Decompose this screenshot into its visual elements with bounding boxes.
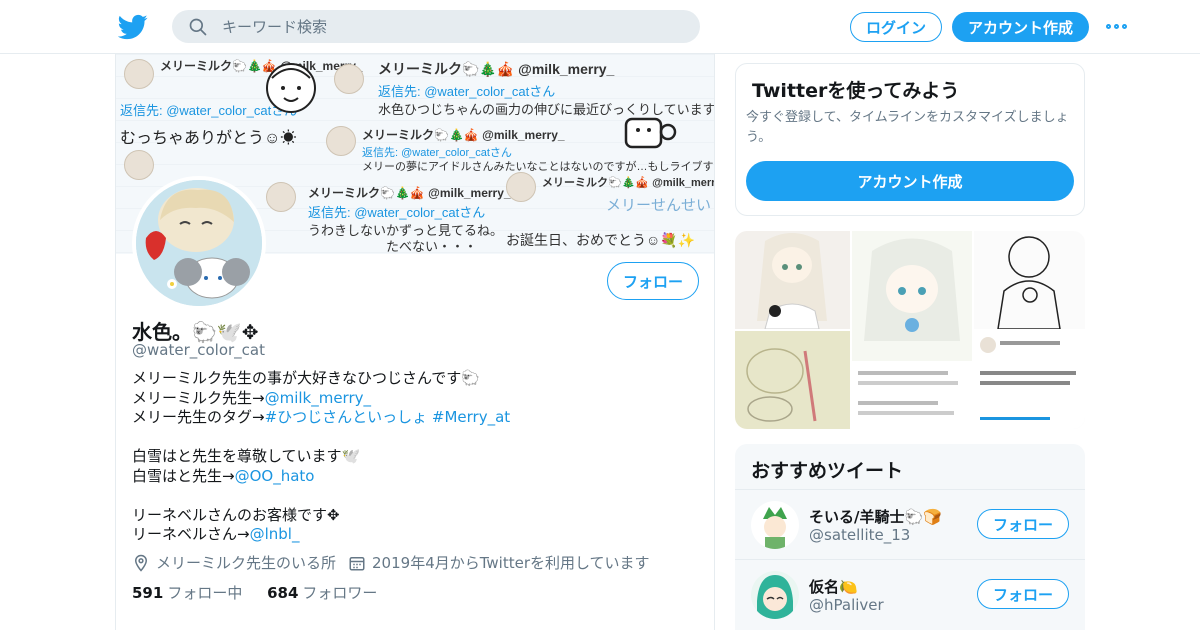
bio-line: 白雪はと先生を尊敬しています🕊️: [132, 447, 692, 467]
following-label: フォロー中: [167, 584, 243, 602]
bio-text: リーネベルさんのお客様です✥: [132, 505, 340, 524]
face-doodle-icon: [266, 63, 316, 113]
calendar-icon: [349, 556, 365, 570]
banner-text: 返信先: @water_color_catさん: [378, 84, 556, 99]
banner-text: お誕生日、おめでとう☺💐✨: [506, 232, 696, 248]
search-input[interactable]: [222, 15, 682, 39]
bio-link[interactable]: @milk_merry_: [265, 389, 371, 407]
recommended-user-name: そいる/羊騎士🐑🍞: [809, 508, 942, 526]
banner-avatar: [124, 150, 154, 180]
avatar[interactable]: [751, 571, 799, 619]
signup-card-title: Twitterを使ってみよう: [752, 80, 960, 102]
pencil-sketch-image: [746, 348, 817, 422]
media-thumbnail[interactable]: [735, 331, 850, 429]
bio-text: 白雪はと先生を尊敬しています🕊️: [132, 447, 361, 465]
signup-card: Twitterを使ってみよう 今すぐ登録して、タイムラインをカスタマイズしましょ…: [735, 63, 1085, 216]
profile-joined-date: 2019年4月からTwitterを利用しています: [372, 554, 650, 572]
recommended-user[interactable]: 仮名🍋 @hPaliver フォロー: [735, 559, 1085, 629]
tweet-screenshot-image: [974, 331, 1085, 429]
recommended-user-handle: @satellite_13: [809, 526, 911, 544]
recommended-title: おすすめツイート: [751, 460, 904, 482]
banner-avatar: [334, 64, 364, 94]
banner-avatar: [124, 59, 154, 89]
profile-avatar[interactable]: [132, 176, 266, 310]
bio-line: 白雪はと先生→@OO_hato: [132, 467, 692, 487]
bio-link[interactable]: @lnbl_: [250, 525, 300, 543]
banner-text: たべない・・・: [386, 239, 478, 254]
sheep-avatar-image: [136, 180, 262, 306]
media-gallery: [735, 231, 1085, 429]
green-hair-avatar-image: [751, 571, 799, 619]
recommended-user[interactable]: そいる/羊騎士🐑🍞 @satellite_13 フォロー: [735, 489, 1085, 559]
signup-card-description: 今すぐ登録して、タイムラインをカスタマイズしましょう。: [746, 110, 1069, 145]
media-thumbnail[interactable]: [974, 231, 1085, 330]
profile-meta: メリーミルク先生のいる所 2019年4月からTwitterを利用しています: [132, 552, 650, 573]
signup-card-button[interactable]: アカウント作成: [746, 161, 1074, 201]
bio-line: [132, 428, 692, 448]
following-count: 591: [132, 584, 164, 602]
recommended-user-name: 仮名🍋: [809, 578, 858, 596]
bio-link[interactable]: @OO_hato: [235, 467, 315, 485]
banner-text: メリーミルク🐑🎄🎪 @milk_merry_: [378, 61, 615, 77]
bio-hashtag-link[interactable]: #ひつじさんといっしょ #Merry_at: [265, 408, 511, 426]
bio-line: メリー先生のタグ→#ひつじさんといっしょ #Merry_at: [132, 408, 692, 428]
bio-text: メリーミルク先生の事が大好きなひつじさんです🐑: [132, 369, 480, 387]
bio-line: メリーミルク先生の事が大好きなひつじさんです🐑: [132, 369, 692, 389]
banner-avatar: [326, 126, 356, 156]
bio-line: メリーミルク先生→@milk_merry_: [132, 389, 692, 409]
banner-text: メリーミルク🐑🎄🎪 @milk_merry_: [542, 177, 714, 189]
banner-text: 返信先: @water_color_catさん: [308, 205, 486, 220]
banner-text: メリーミルク🐑🎄🎪 @milk_merry_: [308, 186, 511, 200]
banner-avatar: [266, 182, 296, 212]
bio-line: リーネベルさんのお客様です✥: [132, 506, 692, 526]
following-stat[interactable]: 591 フォロー中: [132, 584, 242, 602]
profile-handle: @water_color_cat: [132, 341, 265, 359]
login-button[interactable]: ログイン: [850, 12, 942, 42]
top-navigation-bar: ログイン アカウント作成: [0, 0, 1200, 54]
banner-text: メリーの夢にアイドルさんみたいなことはないのですが…もしライブする: [362, 161, 714, 173]
profile-counts: 591 フォロー中 684 フォロワー: [132, 582, 377, 603]
followers-stat[interactable]: 684 フォロワー: [267, 584, 377, 602]
bio-text: メリー先生のタグ→: [132, 408, 265, 426]
bio-text: メリーミルク先生→: [132, 388, 265, 407]
banner-avatar: [506, 172, 536, 202]
knight-avatar-image: [751, 501, 799, 549]
followers-count: 684: [267, 584, 299, 602]
bio-line: [132, 486, 692, 506]
recommended-user-handle: @hPaliver: [809, 596, 884, 614]
search-bar[interactable]: [172, 10, 700, 43]
twitter-bird-icon[interactable]: [118, 12, 148, 42]
banner-text: むっちゃありがとう☺☀: [120, 130, 297, 147]
teacup-doodle-icon: [624, 117, 677, 149]
anime-girl-collage-image: [852, 231, 972, 429]
media-thumbnail[interactable]: [735, 231, 850, 330]
signup-button[interactable]: アカウント作成: [952, 12, 1089, 42]
follow-button[interactable]: フォロー: [977, 509, 1069, 539]
media-thumbnail[interactable]: [852, 231, 972, 429]
more-options-icon[interactable]: [1106, 17, 1130, 37]
media-thumbnail[interactable]: [974, 331, 1085, 429]
location-pin-icon: [134, 554, 148, 572]
profile-bio: メリーミルク先生の事が大好きなひつじさんです🐑 メリーミルク先生→@milk_m…: [132, 369, 692, 545]
followers-label: フォロワー: [302, 584, 378, 602]
profile-column: メリーミルク🐑🎄🎪 @milk_merry_ 返信先: @water_color…: [115, 54, 715, 630]
recommended-tweets-panel: おすすめツイート そいる/羊騎士🐑🍞 @satellite_13 フォロー 仮名…: [735, 444, 1085, 630]
follow-button[interactable]: フォロー: [977, 579, 1069, 609]
follow-button[interactable]: フォロー: [607, 262, 699, 300]
banner-text: メリーミルク🐑🎄🎪 @milk_merry_: [362, 128, 565, 142]
profile-location: メリーミルク先生のいる所: [156, 554, 337, 572]
bio-text: リーネベルさん→: [132, 525, 250, 543]
avatar[interactable]: [751, 501, 799, 549]
bio-line: リーネベルさん→@lnbl_: [132, 525, 692, 545]
bio-text: 白雪はと先生→: [132, 466, 235, 485]
search-icon: [189, 18, 207, 36]
anime-girl-image: [757, 233, 827, 330]
banner-text: メリーせんせい だいすき: [606, 197, 714, 214]
line-drawing-image: [997, 236, 1061, 330]
